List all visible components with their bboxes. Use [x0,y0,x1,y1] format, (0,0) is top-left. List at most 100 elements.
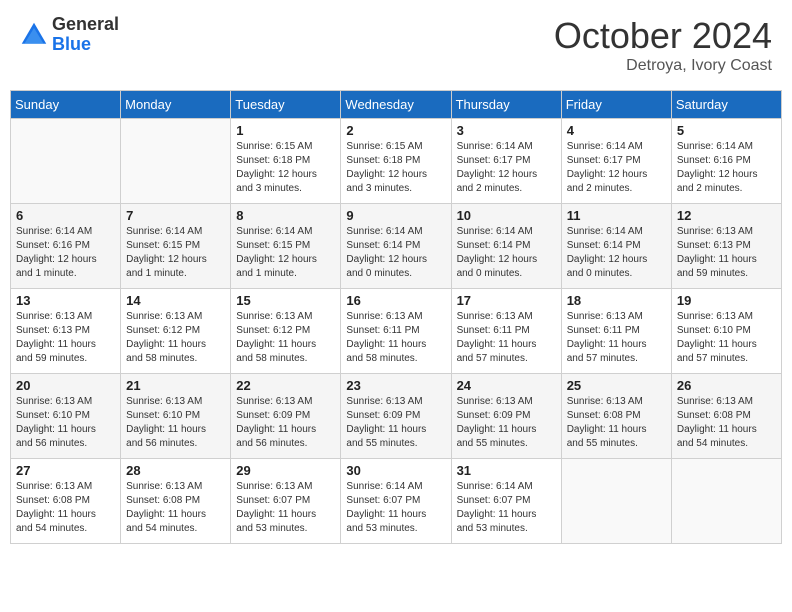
calendar-day-cell: 1Sunrise: 6:15 AM Sunset: 6:18 PM Daylig… [231,119,341,204]
day-number: 22 [236,378,335,393]
day-info: Sunrise: 6:13 AM Sunset: 6:13 PM Dayligh… [677,225,776,281]
day-of-week-header: Thursday [451,91,561,119]
day-info: Sunrise: 6:14 AM Sunset: 6:15 PM Dayligh… [236,225,335,281]
day-number: 5 [677,123,776,138]
logo: General Blue [20,15,119,55]
day-number: 13 [16,293,115,308]
calendar-day-cell [671,459,781,544]
calendar-day-cell: 2 Sunrise: 6:15 AM Sunset: 6:18 PM Daylig… [341,119,451,204]
calendar-week-row: 6Sunrise: 6:14 AM Sunset: 6:16 PM Daylig… [11,204,782,289]
calendar-day-cell: 9 Sunrise: 6:14 AM Sunset: 6:14 PM Daylig… [341,204,451,289]
day-number: 14 [126,293,225,308]
day-of-week-header: Saturday [671,91,781,119]
calendar-day-cell: 12Sunrise: 6:13 AM Sunset: 6:13 PM Dayli… [671,204,781,289]
day-number: 7 [126,208,225,223]
day-number: 24 [457,378,556,393]
calendar-day-cell: 30Sunrise: 6:14 AM Sunset: 6:07 PM Dayli… [341,459,451,544]
calendar-week-row: 20 Sunrise: 6:13 AM Sunset: 6:10 PM Dayli… [11,374,782,459]
day-info: Sunrise: 6:15 AM Sunset: 6:18 PM Dayligh… [346,140,445,196]
day-info: Sunrise: 6:13 AM Sunset: 6:08 PM Dayligh… [126,480,225,536]
day-info: Sunrise: 6:13 AM Sunset: 6:07 PM Dayligh… [236,480,335,536]
day-number: 19 [677,293,776,308]
logo-text: General Blue [52,15,119,55]
day-of-week-header: Wednesday [341,91,451,119]
day-number: 9 [346,208,445,223]
day-info: Sunrise: 6:14 AM Sunset: 6:16 PM Dayligh… [677,140,776,196]
location-subtitle: Detroya, Ivory Coast [554,57,772,75]
day-number: 18 [567,293,666,308]
day-of-week-header: Tuesday [231,91,341,119]
calendar-week-row: 27 Sunrise: 6:13 AM Sunset: 6:08 PM Dayli… [11,459,782,544]
calendar-day-cell: 24 Sunrise: 6:13 AM Sunset: 6:09 PM Dayli… [451,374,561,459]
day-number: 2 [346,123,445,138]
logo-general: General [52,14,119,34]
day-number: 8 [236,208,335,223]
calendar-day-cell: 28 Sunrise: 6:13 AM Sunset: 6:08 PM Dayli… [121,459,231,544]
calendar-day-cell: 17 Sunrise: 6:13 AM Sunset: 6:11 PM Dayli… [451,289,561,374]
calendar-day-cell: 31Sunrise: 6:14 AM Sunset: 6:07 PM Dayli… [451,459,561,544]
day-of-week-header: Monday [121,91,231,119]
day-info: Sunrise: 6:13 AM Sunset: 6:09 PM Dayligh… [457,395,556,451]
day-info: Sunrise: 6:14 AM Sunset: 6:14 PM Dayligh… [346,225,445,281]
calendar-day-cell: 18Sunrise: 6:13 AM Sunset: 6:11 PM Dayli… [561,289,671,374]
calendar-day-cell: 13 Sunrise: 6:13 AM Sunset: 6:13 PM Dayli… [11,289,121,374]
calendar-day-cell: 4Sunrise: 6:14 AM Sunset: 6:17 PM Daylig… [561,119,671,204]
month-title: October 2024 [554,15,772,57]
day-info: Sunrise: 6:13 AM Sunset: 6:12 PM Dayligh… [126,310,225,366]
logo-blue: Blue [52,34,91,54]
calendar-day-cell: 3 Sunrise: 6:14 AM Sunset: 6:17 PM Daylig… [451,119,561,204]
day-number: 26 [677,378,776,393]
day-number: 16 [346,293,445,308]
day-number: 10 [457,208,556,223]
calendar-day-cell [11,119,121,204]
day-of-week-header: Friday [561,91,671,119]
day-number: 28 [126,463,225,478]
day-info: Sunrise: 6:13 AM Sunset: 6:11 PM Dayligh… [457,310,556,366]
calendar-day-cell: 19Sunrise: 6:13 AM Sunset: 6:10 PM Dayli… [671,289,781,374]
day-info: Sunrise: 6:14 AM Sunset: 6:17 PM Dayligh… [567,140,666,196]
day-info: Sunrise: 6:13 AM Sunset: 6:12 PM Dayligh… [236,310,335,366]
calendar-header-row: SundayMondayTuesdayWednesdayThursdayFrid… [11,91,782,119]
day-number: 25 [567,378,666,393]
day-info: Sunrise: 6:13 AM Sunset: 6:08 PM Dayligh… [16,480,115,536]
calendar-table: SundayMondayTuesdayWednesdayThursdayFrid… [10,90,782,544]
title-block: October 2024 Detroya, Ivory Coast [554,15,772,75]
calendar-day-cell: 11Sunrise: 6:14 AM Sunset: 6:14 PM Dayli… [561,204,671,289]
calendar-day-cell [121,119,231,204]
calendar-day-cell: 26 Sunrise: 6:13 AM Sunset: 6:08 PM Dayli… [671,374,781,459]
day-info: Sunrise: 6:15 AM Sunset: 6:18 PM Dayligh… [236,140,335,196]
calendar-day-cell: 6Sunrise: 6:14 AM Sunset: 6:16 PM Daylig… [11,204,121,289]
calendar-day-cell: 5 Sunrise: 6:14 AM Sunset: 6:16 PM Daylig… [671,119,781,204]
day-number: 11 [567,208,666,223]
day-number: 29 [236,463,335,478]
calendar-day-cell: 7Sunrise: 6:14 AM Sunset: 6:15 PM Daylig… [121,204,231,289]
day-number: 3 [457,123,556,138]
day-info: Sunrise: 6:13 AM Sunset: 6:10 PM Dayligh… [16,395,115,451]
calendar-week-row: 13 Sunrise: 6:13 AM Sunset: 6:13 PM Dayli… [11,289,782,374]
day-number: 6 [16,208,115,223]
calendar-day-cell: 29 Sunrise: 6:13 AM Sunset: 6:07 PM Dayli… [231,459,341,544]
day-info: Sunrise: 6:13 AM Sunset: 6:08 PM Dayligh… [677,395,776,451]
day-info: Sunrise: 6:14 AM Sunset: 6:17 PM Dayligh… [457,140,556,196]
logo-icon [20,21,48,49]
day-number: 31 [457,463,556,478]
day-info: Sunrise: 6:14 AM Sunset: 6:14 PM Dayligh… [457,225,556,281]
day-number: 27 [16,463,115,478]
calendar-day-cell: 21Sunrise: 6:13 AM Sunset: 6:10 PM Dayli… [121,374,231,459]
calendar-day-cell [561,459,671,544]
day-info: Sunrise: 6:13 AM Sunset: 6:09 PM Dayligh… [346,395,445,451]
calendar-day-cell: 25 Sunrise: 6:13 AM Sunset: 6:08 PM Dayli… [561,374,671,459]
day-number: 21 [126,378,225,393]
day-info: Sunrise: 6:13 AM Sunset: 6:08 PM Dayligh… [567,395,666,451]
page-header: General Blue October 2024 Detroya, Ivory… [10,10,782,80]
calendar-day-cell: 22Sunrise: 6:13 AM Sunset: 6:09 PM Dayli… [231,374,341,459]
calendar-day-cell: 10 Sunrise: 6:14 AM Sunset: 6:14 PM Dayli… [451,204,561,289]
day-number: 23 [346,378,445,393]
day-number: 15 [236,293,335,308]
day-number: 20 [16,378,115,393]
day-info: Sunrise: 6:13 AM Sunset: 6:13 PM Dayligh… [16,310,115,366]
day-info: Sunrise: 6:13 AM Sunset: 6:11 PM Dayligh… [346,310,445,366]
day-number: 17 [457,293,556,308]
day-of-week-header: Sunday [11,91,121,119]
calendar-day-cell: 16 Sunrise: 6:13 AM Sunset: 6:11 PM Dayli… [341,289,451,374]
